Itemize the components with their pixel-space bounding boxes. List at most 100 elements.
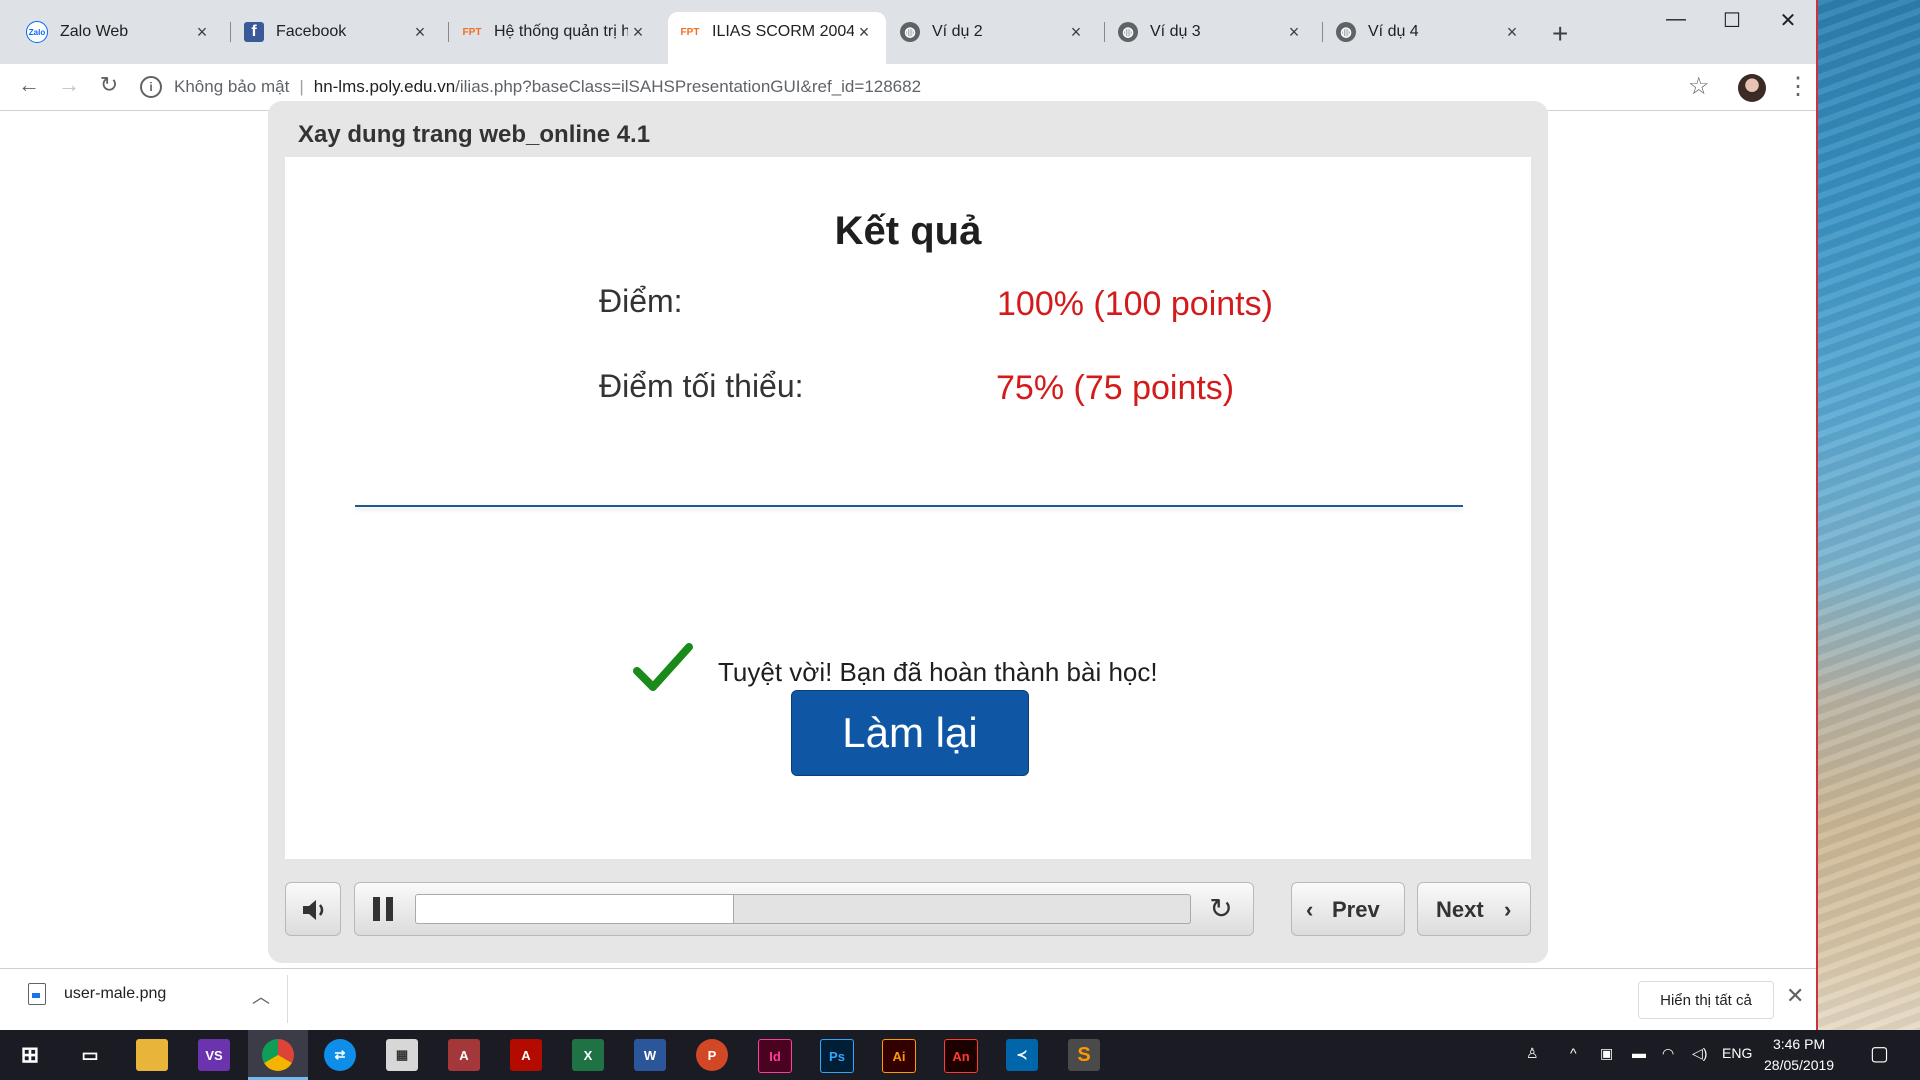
indesign-icon[interactable]: Id [758, 1039, 792, 1073]
close-icon[interactable]: × [192, 22, 212, 43]
file-explorer-icon[interactable] [136, 1039, 168, 1071]
language-indicator[interactable]: ENG [1722, 1045, 1752, 1061]
clock-time: 3:46 PM [1772, 1036, 1826, 1052]
url-path[interactable]: /ilias.php?baseClass=ilSAHSPresentationG… [455, 77, 921, 97]
vscode-icon[interactable]: ≺ [1006, 1039, 1038, 1071]
bookmark-star-icon[interactable]: ☆ [1688, 72, 1710, 101]
tab-title: Ví dụ 3 [1150, 23, 1201, 40]
forward-button[interactable]: → [54, 72, 84, 98]
chevron-up-icon[interactable]: ︿ [252, 983, 270, 1009]
tab-title: Ví dụ 2 [932, 23, 983, 40]
close-icon[interactable]: × [1502, 22, 1522, 43]
score-value: 100% (100 points) [997, 285, 1273, 323]
tab-separator [1322, 22, 1323, 42]
tab-title: ILIAS SCORM 2004 P [712, 23, 854, 40]
security-label[interactable]: Không bảo mật [174, 77, 289, 97]
passing-score-value: 75% (75 points) [996, 369, 1235, 407]
scorm-player: Xay dung trang web_online 4.1 Kết quả Đi… [268, 101, 1548, 963]
tab-zalo[interactable]: Zalo Zalo Web × [14, 12, 224, 52]
info-icon[interactable]: i [140, 76, 162, 98]
photoshop-icon[interactable]: Ps [820, 1039, 854, 1073]
pause-icon[interactable] [373, 897, 395, 921]
prev-button[interactable]: ‹ Prev [1291, 882, 1405, 936]
download-file-name[interactable]: user-male.png [64, 985, 166, 1003]
close-icon[interactable]: × [1066, 22, 1086, 43]
tab-ilias-active[interactable]: FPT ILIAS SCORM 2004 P × [668, 12, 886, 64]
minimize-button[interactable]: — [1648, 8, 1704, 31]
back-button[interactable]: ← [14, 72, 44, 98]
image-file-icon [28, 983, 46, 1005]
retry-button[interactable]: Làm lại [791, 690, 1029, 776]
facebook-icon: f [244, 22, 264, 42]
animate-icon[interactable]: An [944, 1039, 978, 1073]
tab-strip: Zalo Zalo Web × f Facebook × FPT Hệ thốn… [0, 0, 1816, 64]
tab-lms[interactable]: FPT Hệ thống quản trị học × [450, 12, 660, 52]
word-icon[interactable]: W [634, 1039, 666, 1071]
maximize-button[interactable]: ☐ [1704, 8, 1760, 33]
profile-avatar[interactable] [1738, 74, 1766, 102]
battery-icon[interactable]: ▬ [1632, 1045, 1646, 1061]
progress-slider[interactable] [415, 894, 1191, 924]
download-item[interactable]: user-male.png [28, 983, 166, 1005]
tab-separator [1104, 22, 1105, 42]
task-view-icon[interactable]: ▭ [74, 1039, 106, 1071]
teamviewer-icon[interactable]: ⇄ [324, 1039, 356, 1071]
checkmark-icon [633, 643, 693, 691]
progress-fill [416, 895, 735, 923]
visual-studio-icon[interactable]: VS [198, 1039, 230, 1071]
access-icon[interactable]: A [448, 1039, 480, 1071]
notifications-icon[interactable]: ▢ [1870, 1041, 1889, 1066]
address-separator: | [299, 77, 304, 96]
chrome-icon[interactable] [262, 1039, 294, 1071]
speaker-icon [303, 900, 324, 920]
excel-icon[interactable]: X [572, 1039, 604, 1071]
tab-title: Hệ thống quản trị học [494, 23, 628, 40]
chevron-left-icon: ‹ [1306, 897, 1314, 922]
tab-facebook[interactable]: f Facebook × [232, 12, 442, 52]
playback-bar: ↻ [354, 882, 1254, 936]
player-controls: ↻ ‹ Prev Next › [268, 879, 1548, 939]
browser-window: Zalo Zalo Web × f Facebook × FPT Hệ thốn… [0, 0, 1818, 1031]
close-icon[interactable]: × [1284, 22, 1304, 43]
network-icon[interactable]: ▣ [1600, 1045, 1613, 1062]
show-all-button[interactable]: Hiển thị tất cả [1638, 981, 1774, 1019]
prev-label: Prev [1332, 897, 1380, 922]
close-icon[interactable]: × [628, 22, 648, 43]
close-window-button[interactable]: ✕ [1760, 8, 1816, 33]
reload-button[interactable]: ↻ [94, 72, 124, 98]
system-clock[interactable]: 3:46 PM 28/05/2019 [1764, 1034, 1834, 1076]
acrobat-icon[interactable]: A [510, 1039, 542, 1071]
volume-button[interactable] [285, 882, 341, 936]
globe-icon: ◍ [1118, 22, 1138, 42]
score-label: Điểm: [599, 283, 683, 319]
windows-taskbar: ⊞ ▭ VS ⇄ ▦ A A X W P Id Ps Ai An ≺ S ♙ ^… [0, 1030, 1920, 1080]
close-icon[interactable]: × [854, 22, 874, 43]
tab-title: Facebook [276, 23, 347, 40]
replay-icon[interactable]: ↻ [1207, 895, 1235, 923]
tab-vidu-2[interactable]: ◍ Ví dụ 2 × [888, 12, 1098, 52]
windows-start-icon[interactable]: ⊞ [14, 1039, 46, 1071]
browser-menu-icon[interactable]: ⋮ [1786, 72, 1810, 101]
next-label: Next [1436, 897, 1484, 922]
volume-icon[interactable]: ◁) [1692, 1045, 1707, 1062]
chevron-up-icon[interactable]: ^ [1570, 1045, 1577, 1061]
tab-title: Zalo Web [60, 23, 129, 40]
shelf-divider [287, 975, 288, 1023]
next-button[interactable]: Next › [1417, 882, 1531, 936]
close-icon[interactable]: ✕ [1786, 983, 1804, 1009]
url-host[interactable]: hn-lms.poly.edu.vn [314, 77, 455, 97]
course-title: Xay dung trang web_online 4.1 [298, 121, 651, 148]
people-icon[interactable]: ♙ [1526, 1045, 1539, 1062]
completion-message: Tuyệt vời! Bạn đã hoàn thành bài học! [718, 657, 1158, 687]
sublime-icon[interactable]: S [1068, 1039, 1100, 1071]
wifi-icon[interactable]: ◠ [1662, 1045, 1674, 1062]
new-tab-button[interactable]: + [1552, 18, 1568, 50]
app-grid-icon[interactable]: ▦ [386, 1039, 418, 1071]
powerpoint-icon[interactable]: P [696, 1039, 728, 1071]
zalo-icon: Zalo [26, 21, 48, 43]
illustrator-icon[interactable]: Ai [882, 1039, 916, 1073]
tab-vidu-4[interactable]: ◍ Ví dụ 4 × [1324, 12, 1534, 52]
globe-icon: ◍ [1336, 22, 1356, 42]
close-icon[interactable]: × [410, 22, 430, 43]
tab-vidu-3[interactable]: ◍ Ví dụ 3 × [1106, 12, 1316, 52]
